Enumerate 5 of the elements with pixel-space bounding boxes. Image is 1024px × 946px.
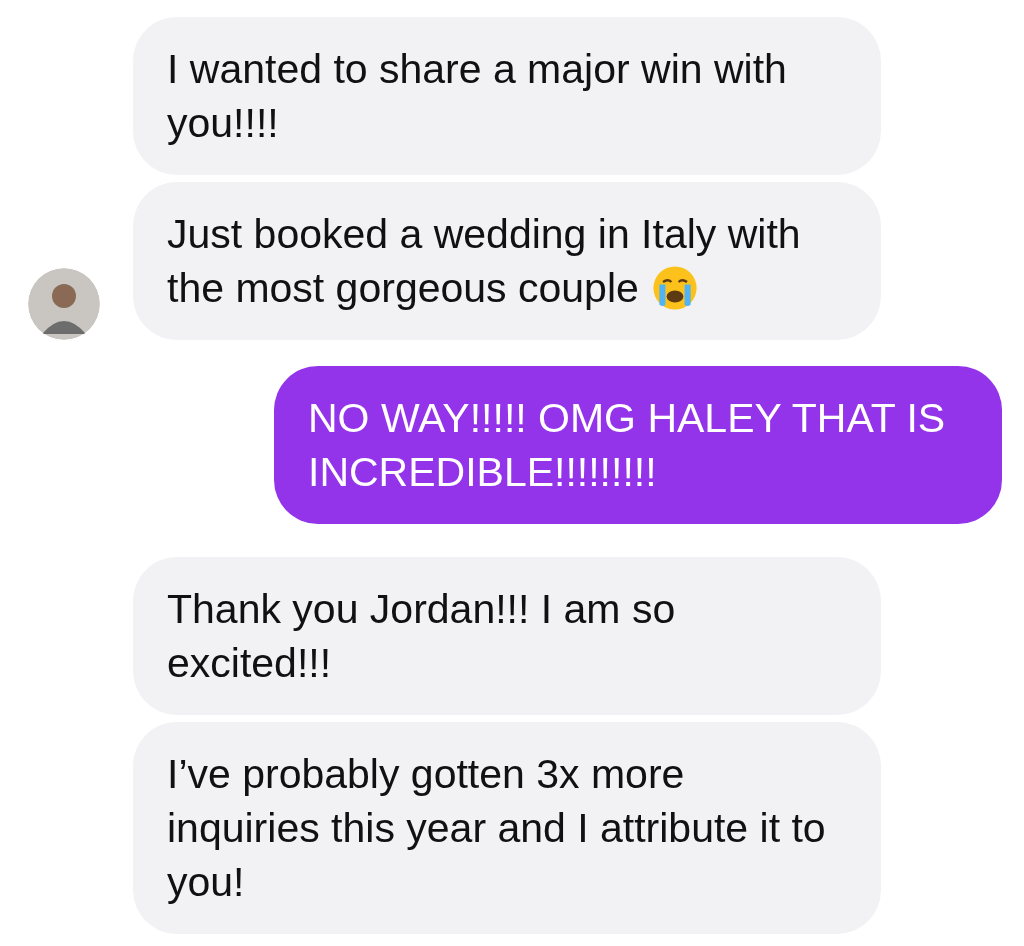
received-message-bubble: Thank you Jordan!!! I am so excited!!! (133, 557, 881, 715)
sent-message-bubble: NO WAY!!!!! OMG HALEY THAT IS INCREDIBLE!!!!!!!!! (274, 366, 1002, 524)
received-message-bubble: Just booked a wedding in Italy with the most gorgeous couple (133, 182, 881, 340)
received-message-bubble: I wanted to share a major win with you!!!! (133, 17, 881, 175)
received-message-bubble: I’ve probably gotten 3x more inquiries this year and I attribute it to you! (133, 722, 881, 934)
